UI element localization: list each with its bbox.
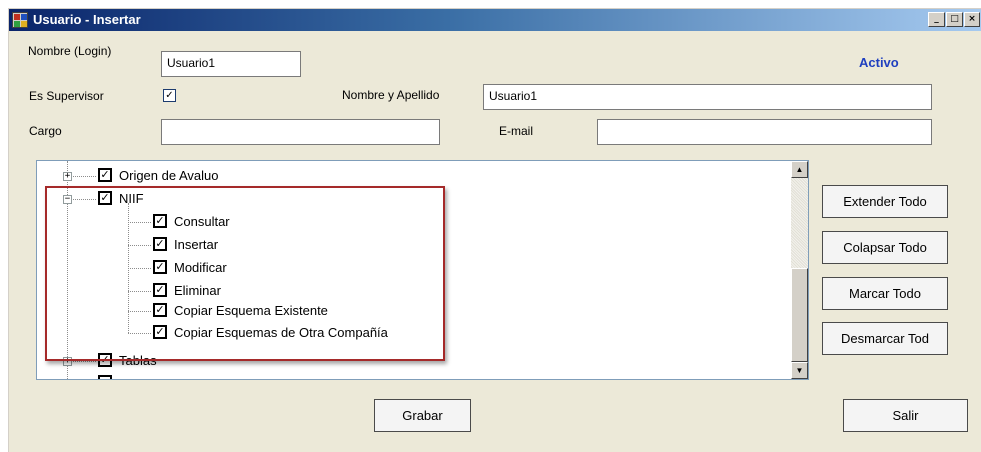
checkbox-next-node[interactable] xyxy=(98,375,112,379)
expand-origen-icon[interactable]: + xyxy=(63,172,72,181)
tree-connector xyxy=(73,176,96,177)
exit-button[interactable]: Salir xyxy=(843,399,968,432)
scroll-up-icon[interactable]: ▲ xyxy=(791,161,808,178)
collapse-all-button[interactable]: Colapsar Todo xyxy=(822,231,948,264)
node-label-origen[interactable]: Origen de Avaluo xyxy=(119,168,219,183)
save-button[interactable]: Grabar xyxy=(374,399,471,432)
uncheck-all-button[interactable]: Desmarcar Tod xyxy=(822,322,948,355)
tree-scrollbar[interactable]: ▲ ▼ xyxy=(791,161,808,379)
check-all-button[interactable]: Marcar Todo xyxy=(822,277,948,310)
app-icon xyxy=(12,12,28,28)
scroll-down-icon[interactable]: ▼ xyxy=(791,362,808,379)
cargo-label: Cargo xyxy=(29,124,62,138)
user-insert-window: Usuario - Insertar _ □ × Nombre (Login) … xyxy=(8,8,981,452)
checkbox-origen[interactable]: ✓ xyxy=(98,168,112,182)
scroll-thumb[interactable] xyxy=(791,268,808,362)
fullname-label: Nombre y Apellido xyxy=(342,88,440,102)
supervisor-label: Es Supervisor xyxy=(29,89,104,103)
fullname-input[interactable]: Usuario1 xyxy=(483,84,932,110)
login-input[interactable]: Usuario1 xyxy=(161,51,301,77)
email-label: E-mail xyxy=(499,124,534,138)
close-button[interactable]: × xyxy=(964,12,980,27)
status-label: Activo xyxy=(859,55,899,70)
highlight-box xyxy=(45,186,445,361)
email-input[interactable] xyxy=(597,119,932,145)
title-bar[interactable]: Usuario - Insertar _ □ × xyxy=(9,9,981,31)
tree-connector xyxy=(73,361,96,362)
cargo-input[interactable] xyxy=(161,119,440,145)
window-title: Usuario - Insertar xyxy=(33,12,141,27)
supervisor-checkbox[interactable]: ✓ xyxy=(163,89,176,102)
expand-all-button[interactable]: Extender Todo xyxy=(822,185,948,218)
minimize-button[interactable]: _ xyxy=(928,12,945,27)
maximize-button[interactable]: □ xyxy=(946,12,963,27)
login-label: Nombre (Login) xyxy=(28,44,112,58)
